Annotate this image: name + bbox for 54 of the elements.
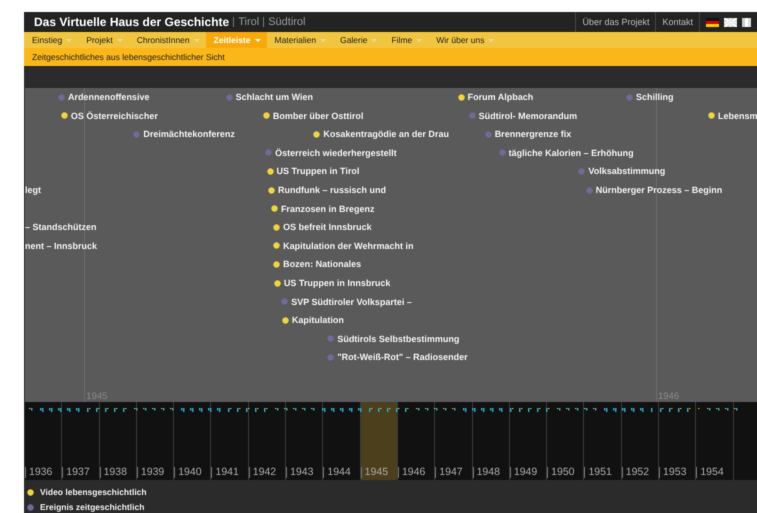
event-label[interactable]: Brennergrenze fix: [494, 129, 572, 140]
event-label[interactable]: Bomber über Osttirol: [272, 110, 364, 121]
caret-icon: [116, 38, 123, 42]
event-label[interactable]: US Truppen in Innsbruck: [284, 278, 390, 288]
legend-label: Video lebensgeschichtlich: [40, 487, 147, 497]
event-label[interactable]: US Truppen in Tirol: [276, 166, 360, 176]
event-label[interactable]: Lebensm: [718, 110, 757, 121]
event-label[interactable]: Ardennenoffensive: [68, 92, 150, 102]
event-label[interactable]: Forum Alpbach: [468, 92, 534, 102]
caret-icon: [320, 38, 326, 42]
caret-icon: [254, 38, 260, 42]
nav-tab[interactable]: Filme: [383, 32, 428, 48]
event-label[interactable]: Bozen: Nationales: [283, 259, 362, 270]
flag-icon[interactable]: [742, 18, 751, 26]
caret-icon: [194, 38, 200, 42]
event-label[interactable]: Österreich wiederhergestellt: [275, 148, 397, 158]
event-label[interactable]: Franzosen in Bregenz: [280, 204, 374, 214]
nav-tab[interactable]: Einstieg: [24, 32, 78, 48]
event-label[interactable]: OS Österreichischer: [70, 110, 158, 121]
caret-icon: [371, 38, 378, 42]
event-label[interactable]: Nürnberger Prozess – Beginn: [596, 185, 722, 195]
caret-icon: [488, 38, 494, 42]
caret-icon: [416, 38, 422, 42]
nav-tab[interactable]: ChronistInnen: [128, 32, 206, 48]
event-label[interactable]: Volksabstimmung: [588, 166, 666, 176]
event-label[interactable]: – Standschützen: [25, 222, 97, 232]
event-label[interactable]: nent – Innsbruck: [25, 240, 98, 251]
event-label[interactable]: legt: [25, 185, 42, 195]
event-label[interactable]: OS befreit Innsbruck: [283, 222, 372, 232]
event-label[interactable]: Schilling: [636, 92, 674, 102]
event-label[interactable]: SVP Südtiroler Volkspartei –: [291, 296, 412, 307]
event-label[interactable]: Dreimächtekonferenz: [143, 129, 235, 140]
event-label[interactable]: Rundfunk – russisch und: [278, 185, 386, 195]
event-label[interactable]: Schlacht um Wien: [236, 92, 313, 102]
year-cell[interactable]: 1945: [360, 402, 398, 480]
site-title[interactable]: Das Virtuelle Haus der Geschichte: [34, 15, 230, 29]
nav-tab[interactable]: Materialien: [266, 32, 332, 48]
subtitle: Zeitgeschichtliches aus lebensgeschichtlicher Sicht: [24, 48, 757, 66]
event-label[interactable]: tägliche Kalorien – Erhöhung: [508, 148, 634, 158]
region-link[interactable]: Südtirol: [263, 17, 306, 27]
event-label[interactable]: Kosakentragödie an der Drau: [323, 129, 449, 140]
legend-label: Ereignis zeitgeschichtlich: [40, 502, 144, 512]
event-label[interactable]: Südtirol- Memorandum: [478, 110, 578, 121]
event-label[interactable]: Kapitulation: [292, 315, 344, 326]
caret-icon: [66, 38, 72, 42]
nav-tab[interactable]: Projekt: [78, 32, 129, 48]
nav-tab[interactable]: Wir über uns: [428, 32, 500, 48]
event-label[interactable]: "Rot-Weiß-Rot" – Radiosender: [337, 352, 468, 362]
nav-tab[interactable]: Galerie: [332, 32, 384, 48]
event-label[interactable]: Südtirols Selbstbestimmung: [337, 334, 460, 344]
region-link[interactable]: Tirol: [233, 17, 260, 27]
event-label[interactable]: Kapitulation der Wehrmacht in: [283, 240, 414, 251]
flag-icon[interactable]: [706, 18, 719, 26]
flag-icon[interactable]: [724, 18, 737, 26]
